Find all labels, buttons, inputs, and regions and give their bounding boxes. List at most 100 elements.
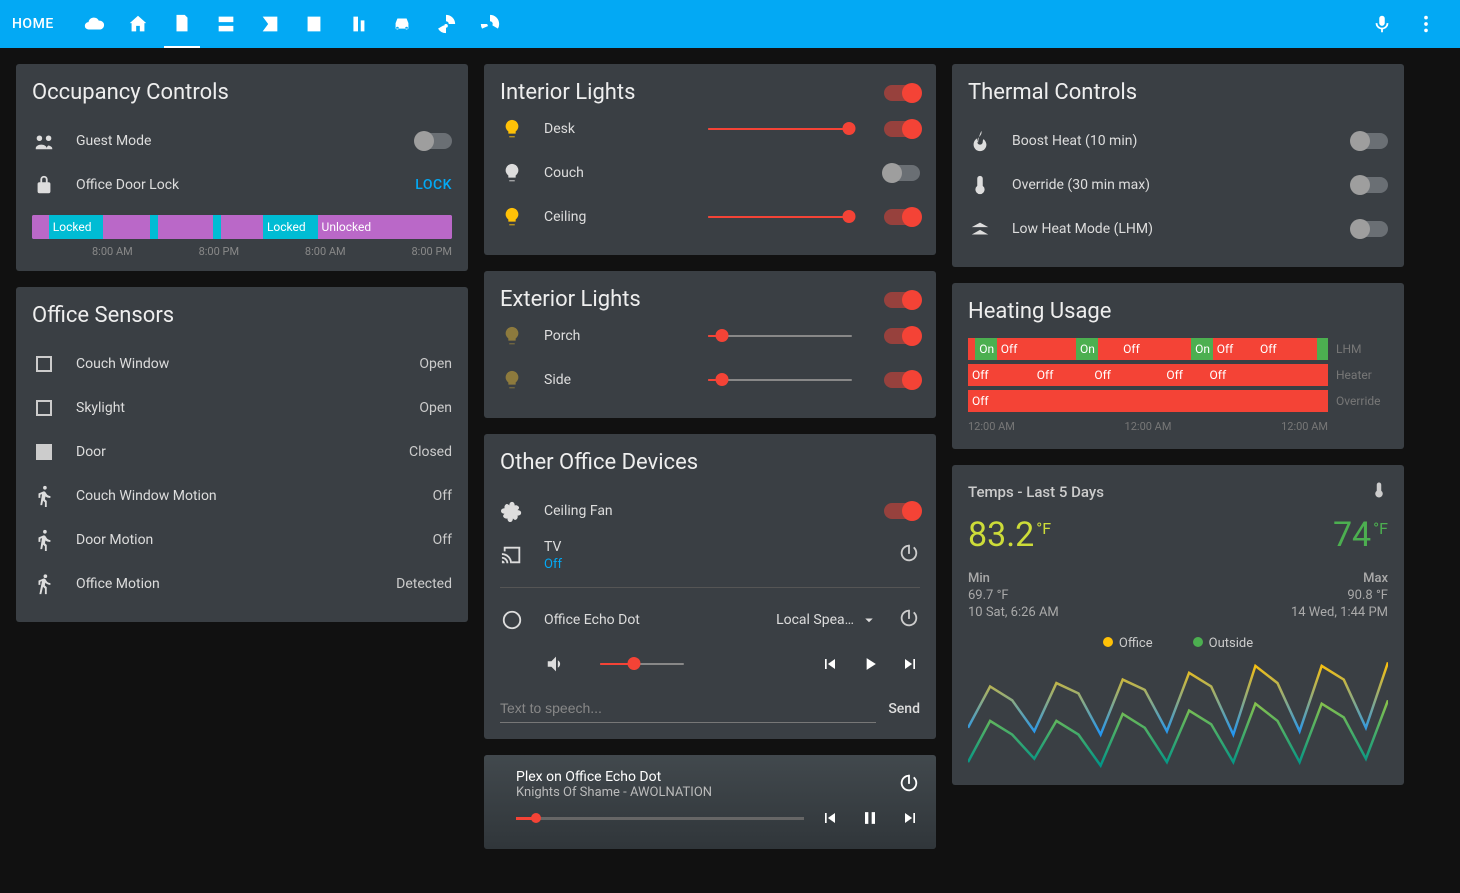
lhm-toggle[interactable] [1352,221,1388,237]
light-toggle[interactable] [884,372,920,388]
exterior-all-toggle[interactable] [884,292,920,308]
boost-toggle[interactable] [1352,133,1388,149]
bulb-icon [500,206,524,228]
light-toggle[interactable] [884,165,920,181]
brightness-slider[interactable] [708,128,852,130]
fan-icon [500,500,524,522]
light-toggle[interactable] [884,328,920,344]
light-row: Ceiling [500,195,920,239]
nav-office-icon[interactable] [160,0,204,48]
guest-mode-row: Guest Mode [32,119,452,163]
window-open-icon [32,356,56,372]
timeline-labels: 8:00 AM 8:00 PM 8:00 AM 8:00 PM [32,245,452,258]
light-row: Desk [500,107,920,151]
temps-title: Temps - Last 5 Days [968,483,1370,501]
lhm-icon [968,218,992,240]
sensor-row: Skylight Open [32,386,452,430]
nav-plex-icon[interactable] [292,0,336,48]
thermal-row: Boost Heat (10 min) [968,119,1388,163]
occupancy-title: Occupancy Controls [32,80,452,105]
fan-row: Ceiling Fan [500,489,920,533]
interior-all-toggle[interactable] [884,85,920,101]
thermal-row: Override (30 min max) [968,163,1388,207]
light-toggle[interactable] [884,121,920,137]
bulb-icon [500,118,524,140]
door-lock-label: Office Door Lock [76,177,395,193]
sensor-row: Couch Window Motion Off [32,474,452,518]
people-icon [32,130,56,152]
tts-input[interactable] [500,694,876,723]
outside-temp: 74°F [1333,515,1388,555]
max-label: Max [1291,571,1388,586]
heating-bar-lhm[interactable]: On Off On Off On Off Off [968,338,1328,360]
media-power-button[interactable] [898,772,920,798]
next-icon[interactable] [900,654,920,674]
menu-dots-icon[interactable] [1404,0,1448,48]
other-title: Other Office Devices [500,450,920,475]
thermal-title: Thermal Controls [968,80,1388,105]
nav-home[interactable]: HOME [12,16,54,32]
nav-radiation2-icon[interactable] [468,0,512,48]
other-devices-card: Other Office Devices Ceiling Fan TV Off … [484,434,936,739]
guest-mode-toggle[interactable] [416,133,452,149]
heating-bar-heater[interactable]: Off Off Off Off Off [968,364,1328,386]
light-row: Porch [500,314,920,358]
interior-title: Interior Lights [500,80,884,105]
brightness-slider[interactable] [708,379,852,381]
nav-server-icon[interactable] [204,0,248,48]
motion-icon [32,529,56,551]
alexa-icon [500,609,524,631]
send-button[interactable]: Send [888,701,920,717]
prev-icon[interactable] [820,808,840,828]
light-row: Couch [500,151,920,195]
sensors-card: Office Sensors Couch Window Open Skyligh… [16,287,468,622]
min-label: Min [968,571,1059,586]
brightness-slider[interactable] [708,216,852,218]
heating-title: Heating Usage [968,299,1388,324]
temps-chart[interactable] [968,659,1388,769]
echo-source-dropdown[interactable]: Local Spea… [776,611,878,629]
prev-icon[interactable] [820,654,840,674]
tv-power-button[interactable] [898,542,920,568]
thermal-row: Low Heat Mode (LHM) [968,207,1388,251]
door-lock-row: Office Door Lock LOCK [32,163,452,207]
min-time: 10 Sat, 6:26 AM [968,605,1059,620]
media-subtitle: Knights Of Shame - AWOLNATION [516,785,882,800]
lock-timeline[interactable]: Locked Locked Unlocked 8:00 AM 8:00 PM 8… [32,215,452,255]
media-progress[interactable] [516,817,804,820]
echo-controls [500,642,920,686]
nav-panel-icon[interactable] [248,0,292,48]
echo-row: Office Echo Dot Local Spea… [500,598,920,642]
nav-cloud-icon[interactable] [72,0,116,48]
max-time: 14 Wed, 1:44 PM [1291,605,1388,620]
bulb-icon [500,162,524,184]
topbar: HOME [0,0,1460,48]
light-row: Side [500,358,920,402]
nav-devices-icon[interactable] [336,0,380,48]
next-icon[interactable] [900,808,920,828]
volume-icon[interactable] [544,653,568,675]
brightness-slider[interactable] [708,335,852,337]
light-toggle[interactable] [884,209,920,225]
occupancy-card: Occupancy Controls Guest Mode Office Doo… [16,64,468,271]
max-val: 90.8 °F [1291,588,1388,603]
pause-icon[interactable] [860,808,880,828]
sensor-row: Couch Window Open [32,342,452,386]
fan-toggle[interactable] [884,503,920,519]
override-toggle[interactable] [1352,177,1388,193]
nav-car-icon[interactable] [380,0,424,48]
sensor-row: Door Closed [32,430,452,474]
nav-radiation-icon[interactable] [424,0,468,48]
microphone-icon[interactable] [1360,0,1404,48]
window-closed-icon [32,444,56,460]
thermal-card: Thermal Controls Boost Heat (10 min) Ove… [952,64,1404,267]
echo-power-button[interactable] [898,607,920,633]
volume-slider[interactable] [600,663,684,665]
interior-lights-card: Interior Lights Desk Couch Ceiling [484,64,936,255]
door-lock-state[interactable]: LOCK [415,177,452,193]
exterior-title: Exterior Lights [500,287,884,312]
heating-bar-override[interactable]: Off [968,390,1328,412]
media-title: Plex on Office Echo Dot [516,769,882,785]
play-icon[interactable] [860,654,880,674]
nav-house-icon[interactable] [116,0,160,48]
